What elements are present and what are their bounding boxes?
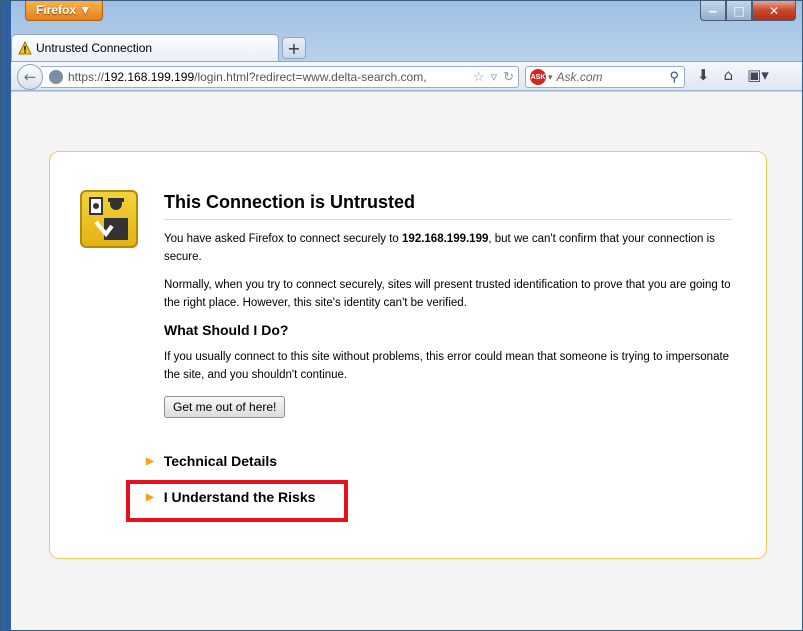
paragraph-1: You have asked Firefox to connect secure… [164,233,715,263]
bookmark-star-icon[interactable]: ☆ [473,69,485,85]
title-bar: Firefox ▼ ‒ □ ✕ [11,1,802,33]
site-identity-icon[interactable] [49,70,63,84]
back-arrow-icon: ← [23,68,37,86]
url-bar[interactable]: https://192.168.199.199/login.html?redir… [41,66,519,88]
dropdown-icon[interactable]: ▿ [491,69,498,85]
back-button[interactable]: ← [17,64,43,90]
desktop-strip [1,1,11,631]
page-title: This Connection is Untrusted [164,192,732,220]
search-input: Ask.com [556,70,603,84]
close-button[interactable]: ✕ [752,1,796,21]
certificate-error-icon [80,190,138,248]
paragraph-3: If you usually connect to this site with… [164,351,730,381]
downloads-icon[interactable]: ⬇ [697,66,710,84]
tab-untrusted-connection[interactable]: Untrusted Connection [11,34,279,61]
what-should-i-do-heading: What Should I Do? [164,322,289,338]
firefox-menu-button[interactable]: Firefox ▼ [25,1,103,21]
minimize-button[interactable]: ‒ [700,1,726,21]
url-scheme: https:// [68,70,105,84]
technical-details-expander[interactable]: ▶ Technical Details [146,453,277,469]
highlight-box [126,480,348,522]
search-engine-dropdown-icon[interactable]: ▾ [548,72,553,83]
home-icon[interactable]: ⌂ [724,66,734,84]
url-path: /login.html?redirect=www.delta-search.co… [194,70,427,84]
search-icon[interactable]: ⚲ [669,69,679,85]
bookmarks-menu-icon[interactable]: ▣▾ [747,66,769,84]
new-tab-button[interactable]: + [282,37,306,59]
get-me-out-button[interactable]: Get me out of here! [164,396,286,418]
page-content: This Connection is Untrusted You have as… [11,92,802,630]
toolbar-icons: ⬇ ⌂ ▣▾ [697,66,769,84]
ask-engine-icon[interactable]: ASK [530,69,546,85]
url-host: 192.168.199.199 [104,70,195,84]
navigation-toolbar: https://192.168.199.199/login.html?redir… [11,61,802,91]
browser-window: Firefox ▼ ‒ □ ✕ Untrusted Connection + h… [0,0,803,631]
reload-icon[interactable]: ↻ [503,69,514,85]
tab-title: Untrusted Connection [36,41,153,55]
expand-triangle-icon: ▶ [146,455,154,467]
paragraph-2: Normally, when you try to connect secure… [164,279,731,309]
window-controls: ‒ □ ✕ [700,1,796,21]
url-tools: ☆ ▿ ↻ [468,69,514,85]
search-bar[interactable]: ASK ▾ Ask.com ⚲ [525,66,685,88]
warning-icon [18,41,32,55]
error-text: This Connection is Untrusted You have as… [164,192,732,418]
maximize-button[interactable]: □ [726,1,752,21]
technical-details-label: Technical Details [163,453,278,469]
